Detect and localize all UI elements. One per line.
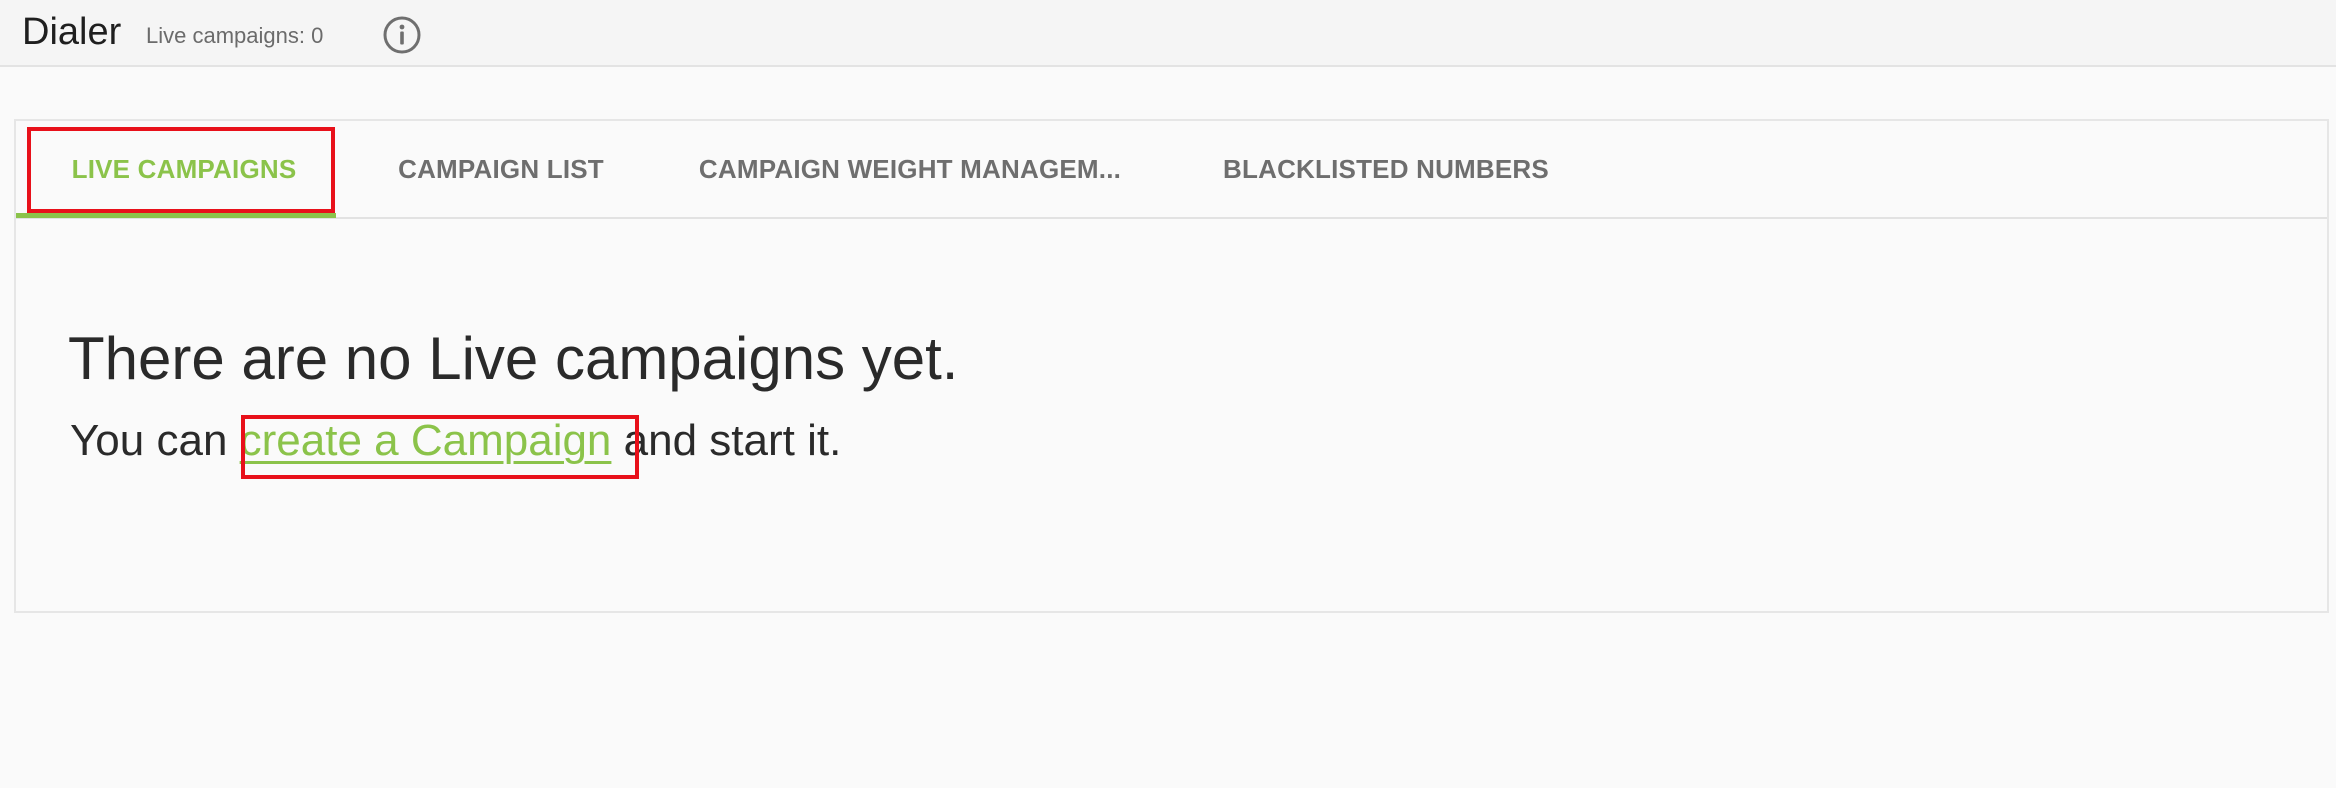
empty-state-message: You can create a Campaign and start it. (70, 411, 841, 471)
tab-campaign-list[interactable]: CAMPAIGN LIST (366, 121, 636, 217)
active-tab-indicator (16, 213, 336, 218)
create-campaign-link[interactable]: create a Campaign (240, 416, 612, 465)
info-circle-icon[interactable] (382, 15, 422, 55)
empty-state-suffix: and start it. (611, 416, 842, 465)
tab-blacklisted-numbers[interactable]: BLACKLISTED NUMBERS (1196, 121, 1576, 217)
tab-live-campaigns[interactable]: LIVE CAMPAIGNS (30, 121, 338, 217)
tab-bar: LIVE CAMPAIGNS CAMPAIGN LIST CAMPAIGN WE… (16, 121, 2327, 219)
empty-state-heading: There are no Live campaigns yet. (68, 325, 959, 392)
campaigns-card: LIVE CAMPAIGNS CAMPAIGN LIST CAMPAIGN WE… (14, 119, 2329, 613)
top-bar: Dialer Live campaigns: 0 (0, 0, 2336, 67)
empty-state-prefix: You can (70, 416, 240, 465)
live-campaigns-count: Live campaigns: 0 (146, 23, 324, 48)
page-title: Dialer (22, 11, 122, 53)
tab-campaign-weight-management[interactable]: CAMPAIGN WEIGHT MANAGEM... (680, 121, 1140, 217)
